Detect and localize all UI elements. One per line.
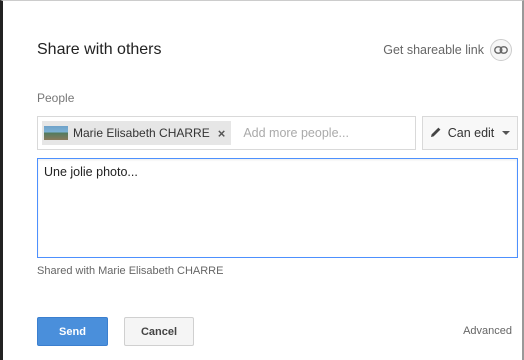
photo-thumbnail-icon <box>44 126 68 140</box>
message-textarea[interactable]: Une jolie photo... <box>37 158 518 258</box>
remove-recipient-icon[interactable]: × <box>218 126 226 141</box>
recipient-chip[interactable]: Marie Elisabeth CHARRE × <box>42 121 232 145</box>
recipient-name: Marie Elisabeth CHARRE <box>73 126 210 140</box>
pencil-icon <box>430 126 442 141</box>
people-input-box[interactable]: Marie Elisabeth CHARRE × <box>37 116 416 150</box>
people-label: People <box>37 91 75 105</box>
link-icon[interactable] <box>490 39 512 61</box>
cancel-button[interactable]: Cancel <box>124 317 194 346</box>
caret-down-icon <box>502 131 511 135</box>
send-button[interactable]: Send <box>37 317 108 346</box>
share-dialog: Share with others Get shareable link Peo… <box>0 0 524 360</box>
advanced-link[interactable]: Advanced <box>463 325 512 337</box>
get-shareable-link-button[interactable]: Get shareable link <box>383 39 512 61</box>
dialog-title: Share with others <box>37 41 162 58</box>
permission-label: Can edit <box>447 126 495 140</box>
add-people-input[interactable] <box>243 126 404 140</box>
permission-dropdown[interactable]: Can edit <box>422 116 518 150</box>
share-link-label: Get shareable link <box>383 43 484 57</box>
shared-with-status: Shared with Marie Elisabeth CHARRE <box>37 265 224 277</box>
